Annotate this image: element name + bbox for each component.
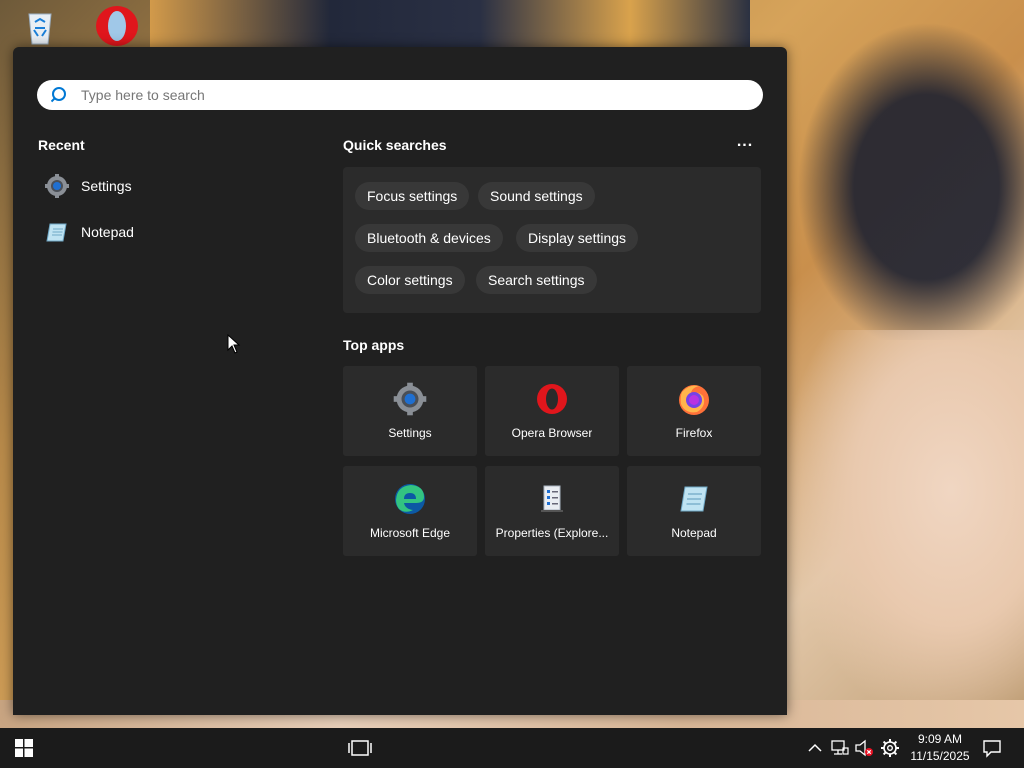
app-tile-label: Opera Browser: [511, 426, 593, 440]
recent-item-label: Settings: [81, 178, 132, 194]
network-icon[interactable]: [830, 738, 850, 758]
search-icon: [51, 87, 66, 103]
recent-item-label: Notepad: [81, 224, 134, 240]
properties-icon: [541, 485, 563, 512]
app-tile-label: Microsoft Edge: [369, 526, 451, 540]
volume-muted-icon[interactable]: [854, 738, 874, 758]
opera-desktop-icon[interactable]: [94, 6, 138, 46]
windows-logo-icon: [15, 739, 33, 757]
quick-searches-title: Quick searches: [343, 137, 447, 153]
app-tile-notepad[interactable]: Notepad: [627, 466, 761, 556]
app-tile-label: Properties (Explore...: [495, 526, 609, 540]
mouse-cursor-icon: [227, 334, 241, 354]
edge-icon: [395, 484, 425, 514]
clock-date: 11/15/2025: [910, 749, 970, 763]
wallpaper-detail: [780, 0, 1024, 340]
wallpaper-detail: [150, 0, 750, 48]
app-tile-opera[interactable]: Opera Browser: [485, 366, 619, 456]
start-button[interactable]: [0, 728, 48, 768]
settings-gear-icon[interactable]: [880, 738, 900, 758]
more-options-button[interactable]: ...: [735, 133, 755, 153]
recent-item-settings[interactable]: Settings: [45, 172, 245, 200]
recent-title: Recent: [38, 137, 85, 153]
wallpaper-detail: [780, 330, 1024, 730]
app-tile-label: Settings: [388, 426, 432, 440]
search-box[interactable]: [37, 80, 763, 110]
firefox-icon: [679, 385, 709, 415]
notepad-icon: [46, 223, 67, 242]
show-hidden-icons-chevron-icon[interactable]: [805, 738, 825, 758]
chip-sound-settings[interactable]: Sound settings: [478, 182, 595, 210]
app-tile-label: Notepad: [671, 526, 717, 540]
quick-searches-box: Focus settings Sound settings Bluetooth …: [343, 167, 761, 313]
app-tile-edge[interactable]: Microsoft Edge: [343, 466, 477, 556]
search-input[interactable]: [79, 86, 723, 104]
recycle-bin-icon[interactable]: [20, 6, 60, 46]
app-tile-firefox[interactable]: Firefox: [627, 366, 761, 456]
taskbar-clock[interactable]: 9:09 AM 11/15/2025: [900, 731, 980, 765]
recent-item-notepad[interactable]: Notepad: [45, 218, 245, 246]
action-center-icon[interactable]: [982, 738, 1002, 758]
start-search-panel: Recent Settings Notepad Quick searches .…: [13, 47, 787, 715]
app-tile-settings[interactable]: Settings: [343, 366, 477, 456]
top-apps-title: Top apps: [343, 337, 405, 353]
chip-focus-settings[interactable]: Focus settings: [355, 182, 470, 210]
chip-search-settings[interactable]: Search settings: [476, 266, 597, 294]
app-tile-properties[interactable]: Properties (Explore...: [485, 466, 619, 556]
app-tile-label: Firefox: [675, 426, 713, 440]
opera-icon: [537, 384, 567, 414]
settings-gear-icon: [393, 382, 427, 416]
clock-time: 9:09 AM: [917, 732, 963, 746]
chip-color-settings[interactable]: Color settings: [355, 266, 465, 294]
settings-gear-icon: [45, 174, 69, 198]
task-view-button[interactable]: [346, 736, 374, 760]
taskbar: 9:09 AM 11/15/2025: [0, 728, 1024, 768]
chip-display-settings[interactable]: Display settings: [516, 224, 639, 252]
chip-bluetooth-devices[interactable]: Bluetooth & devices: [355, 224, 503, 252]
notepad-icon: [680, 486, 708, 512]
